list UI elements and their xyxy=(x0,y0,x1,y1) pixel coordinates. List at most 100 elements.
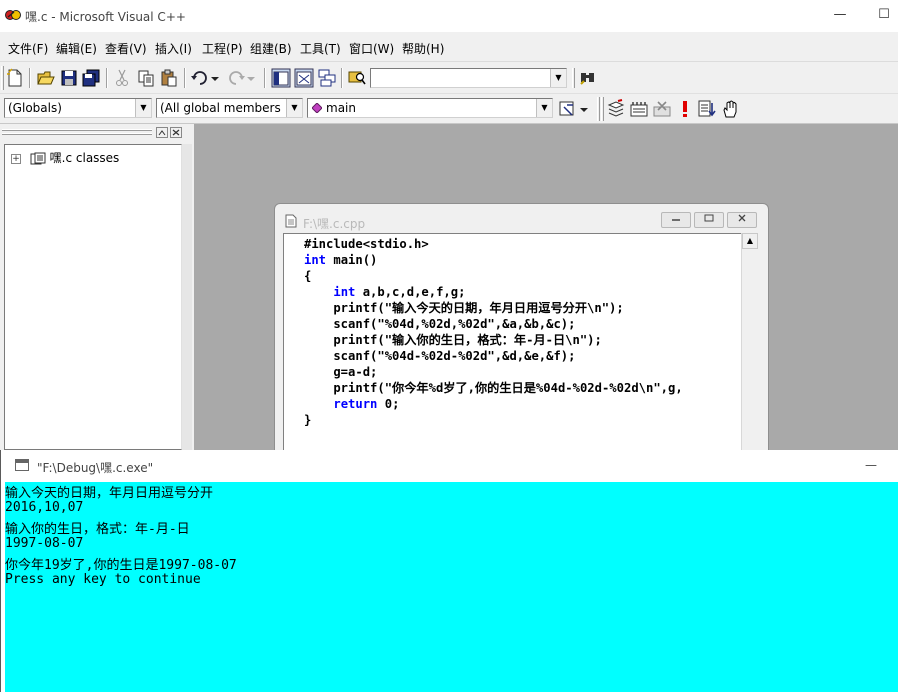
code-editor[interactable]: #include<stdio.h> int main() { int a,b,c… xyxy=(283,233,741,452)
class-view-tree[interactable]: + 嘿.c classes xyxy=(4,144,182,450)
code-segment: } xyxy=(304,413,312,427)
close-icon[interactable] xyxy=(170,127,182,138)
tree-item-label: 嘿.c classes xyxy=(49,151,120,165)
console-title: "F:\Debug\嘿.c.exe" xyxy=(37,461,154,475)
maximize-button[interactable]: ☐ xyxy=(869,4,898,26)
workspace-grip[interactable] xyxy=(2,133,152,135)
code-segment: scanf("%04d,%02d,%02d",&a,&b,&c); xyxy=(304,317,576,331)
breakpoint-hand-icon[interactable] xyxy=(720,99,740,119)
code-segment: scanf("%04d-%02d-%02d",&d,&e,&f); xyxy=(304,349,576,363)
code-line: g=a-d; xyxy=(304,365,377,379)
function-combo[interactable]: main ▼ xyxy=(307,98,553,118)
console-line: 2016,10,07 xyxy=(5,500,84,515)
minimize-button[interactable]: — xyxy=(825,4,855,26)
save-all-icon[interactable] xyxy=(81,68,101,88)
minimize-button[interactable]: — xyxy=(859,454,883,476)
menu-help[interactable]: 帮助(H) xyxy=(402,40,444,57)
menu-tools[interactable]: 工具(T) xyxy=(300,40,341,57)
stop-build-icon[interactable] xyxy=(652,99,672,119)
compile-icon[interactable] xyxy=(606,99,626,119)
menu-view[interactable]: 查看(V) xyxy=(105,40,147,57)
maximize-button[interactable] xyxy=(694,212,724,228)
wizard-actions-icon[interactable] xyxy=(558,99,578,119)
code-text[interactable]: #include<stdio.h> int main() { int a,b,c… xyxy=(304,236,683,428)
menu-window[interactable]: 窗口(W) xyxy=(349,40,394,57)
workspace-scrollbar[interactable] xyxy=(182,144,192,450)
members-combo-value: (All global members xyxy=(160,101,281,115)
redo-dropdown-icon[interactable] xyxy=(245,68,257,88)
source-editor-window[interactable]: F:\嘿.c.cpp #include<stdio.h> int main() … xyxy=(274,203,769,453)
console-output[interactable]: 输入今天的日期，年月日用逗号分开 2016,10,07 输入你的生日，格式：年-… xyxy=(5,482,898,692)
code-segment: printf("输入你的生日，格式：年-月-日\n"); xyxy=(304,333,602,347)
save-icon[interactable] xyxy=(59,68,79,88)
workspace-toggle-icon[interactable] xyxy=(271,68,291,88)
build-icon[interactable] xyxy=(629,99,649,119)
window-list-icon[interactable] xyxy=(317,68,337,88)
class-combo-value: (Globals) xyxy=(8,101,62,115)
open-folder-icon[interactable] xyxy=(36,68,56,88)
restore-icon[interactable] xyxy=(156,127,168,138)
code-segment: g=a-d; xyxy=(304,365,378,379)
members-combo[interactable]: (All global members ▼ xyxy=(156,98,303,118)
code-line: scanf("%04d-%02d-%02d",&d,&e,&f); xyxy=(304,349,576,363)
chevron-down-icon[interactable]: ▼ xyxy=(536,99,552,117)
execute-icon[interactable] xyxy=(675,99,695,119)
find-in-files-icon[interactable] xyxy=(347,68,367,88)
close-icon xyxy=(738,214,746,222)
copy-icon[interactable] xyxy=(136,68,156,88)
wizard-actions-dropdown-icon[interactable] xyxy=(578,99,590,119)
code-line: int a,b,c,d,e,f,g; xyxy=(304,285,465,299)
code-line: scanf("%04d,%02d,%02d",&a,&b,&c); xyxy=(304,317,576,331)
paste-icon[interactable] xyxy=(159,68,179,88)
toolbar-grip[interactable] xyxy=(601,97,604,121)
function-combo-value: main xyxy=(326,101,356,115)
minimize-button[interactable] xyxy=(661,212,691,228)
editor-vertical-scrollbar[interactable]: ▲ xyxy=(741,233,758,452)
chevron-down-icon[interactable]: ▼ xyxy=(550,69,566,87)
toolbar-separator xyxy=(264,68,266,88)
redo-icon[interactable] xyxy=(226,68,246,88)
console-line: 1997-08-07 xyxy=(5,536,84,551)
class-combo[interactable]: (Globals) ▼ xyxy=(4,98,152,118)
code-line: return 0; xyxy=(304,397,399,411)
toolbar-grip[interactable] xyxy=(597,97,600,121)
tree-item-classes[interactable]: + 嘿.c classes xyxy=(11,149,119,166)
menu-bar: 文件(F) 编辑(E) 查看(V) 插入(I) 工程(P) 组建(B) 工具(T… xyxy=(0,32,898,62)
console-icon xyxy=(15,459,29,471)
find-icon[interactable] xyxy=(578,68,598,88)
console-line: Press any key to continue xyxy=(5,572,201,587)
menu-file[interactable]: 文件(F) xyxy=(8,40,48,57)
close-button[interactable] xyxy=(727,212,757,228)
menu-edit[interactable]: 编辑(E) xyxy=(56,40,97,57)
chevron-down-icon[interactable]: ▼ xyxy=(286,99,302,117)
console-line: 输入你的生日，格式：年-月-日 xyxy=(5,522,190,537)
menu-project[interactable]: 工程(P) xyxy=(202,40,243,57)
menu-build[interactable]: 组建(B) xyxy=(250,40,292,57)
classes-folder-icon xyxy=(30,152,46,164)
cut-icon[interactable] xyxy=(112,68,132,88)
output-toggle-icon[interactable] xyxy=(294,68,314,88)
chevron-down-icon[interactable]: ▼ xyxy=(135,99,151,117)
undo-icon[interactable] xyxy=(190,68,210,88)
console-window[interactable]: "F:\Debug\嘿.c.exe" — 输入今天的日期，年月日用逗号分开 20… xyxy=(0,450,898,692)
toolbar-grip[interactable] xyxy=(572,68,575,88)
find-combo[interactable]: ▼ xyxy=(370,68,567,88)
toolbar-grip[interactable] xyxy=(1,66,4,90)
code-keyword: int xyxy=(304,253,327,267)
console-line: 输入今天的日期，年月日用逗号分开 xyxy=(5,486,214,501)
code-line: } xyxy=(304,413,311,427)
undo-dropdown-icon[interactable] xyxy=(209,68,221,88)
go-icon[interactable] xyxy=(697,99,717,119)
code-line: printf("输入你的生日，格式：年-月-日\n"); xyxy=(304,333,602,347)
menu-insert[interactable]: 插入(I) xyxy=(155,40,192,57)
standard-toolbar: ▼ xyxy=(0,62,898,94)
workspace-grip[interactable] xyxy=(2,129,152,131)
new-file-icon[interactable] xyxy=(5,68,25,88)
window-title: 嘿.c - Microsoft Visual C++ xyxy=(25,10,186,24)
toolbar-separator xyxy=(29,68,31,88)
code-segment: printf("输入今天的日期，年月日用逗号分开\n"); xyxy=(304,301,624,315)
scroll-up-arrow-icon[interactable]: ▲ xyxy=(742,233,758,249)
workspace-header xyxy=(0,124,194,140)
expand-icon[interactable]: + xyxy=(11,153,21,164)
